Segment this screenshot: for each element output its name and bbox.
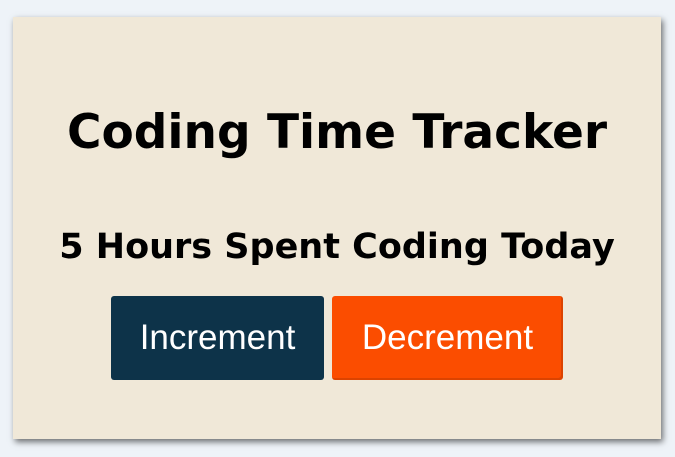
hours-status-text: 5 Hours Spent Coding Today bbox=[59, 227, 615, 267]
decrement-button[interactable]: Decrement bbox=[332, 296, 563, 380]
increment-button[interactable]: Increment bbox=[111, 296, 324, 380]
tracker-card: Coding Time Tracker 5 Hours Spent Coding… bbox=[13, 17, 661, 439]
page-title: Coding Time Tracker bbox=[66, 105, 608, 160]
